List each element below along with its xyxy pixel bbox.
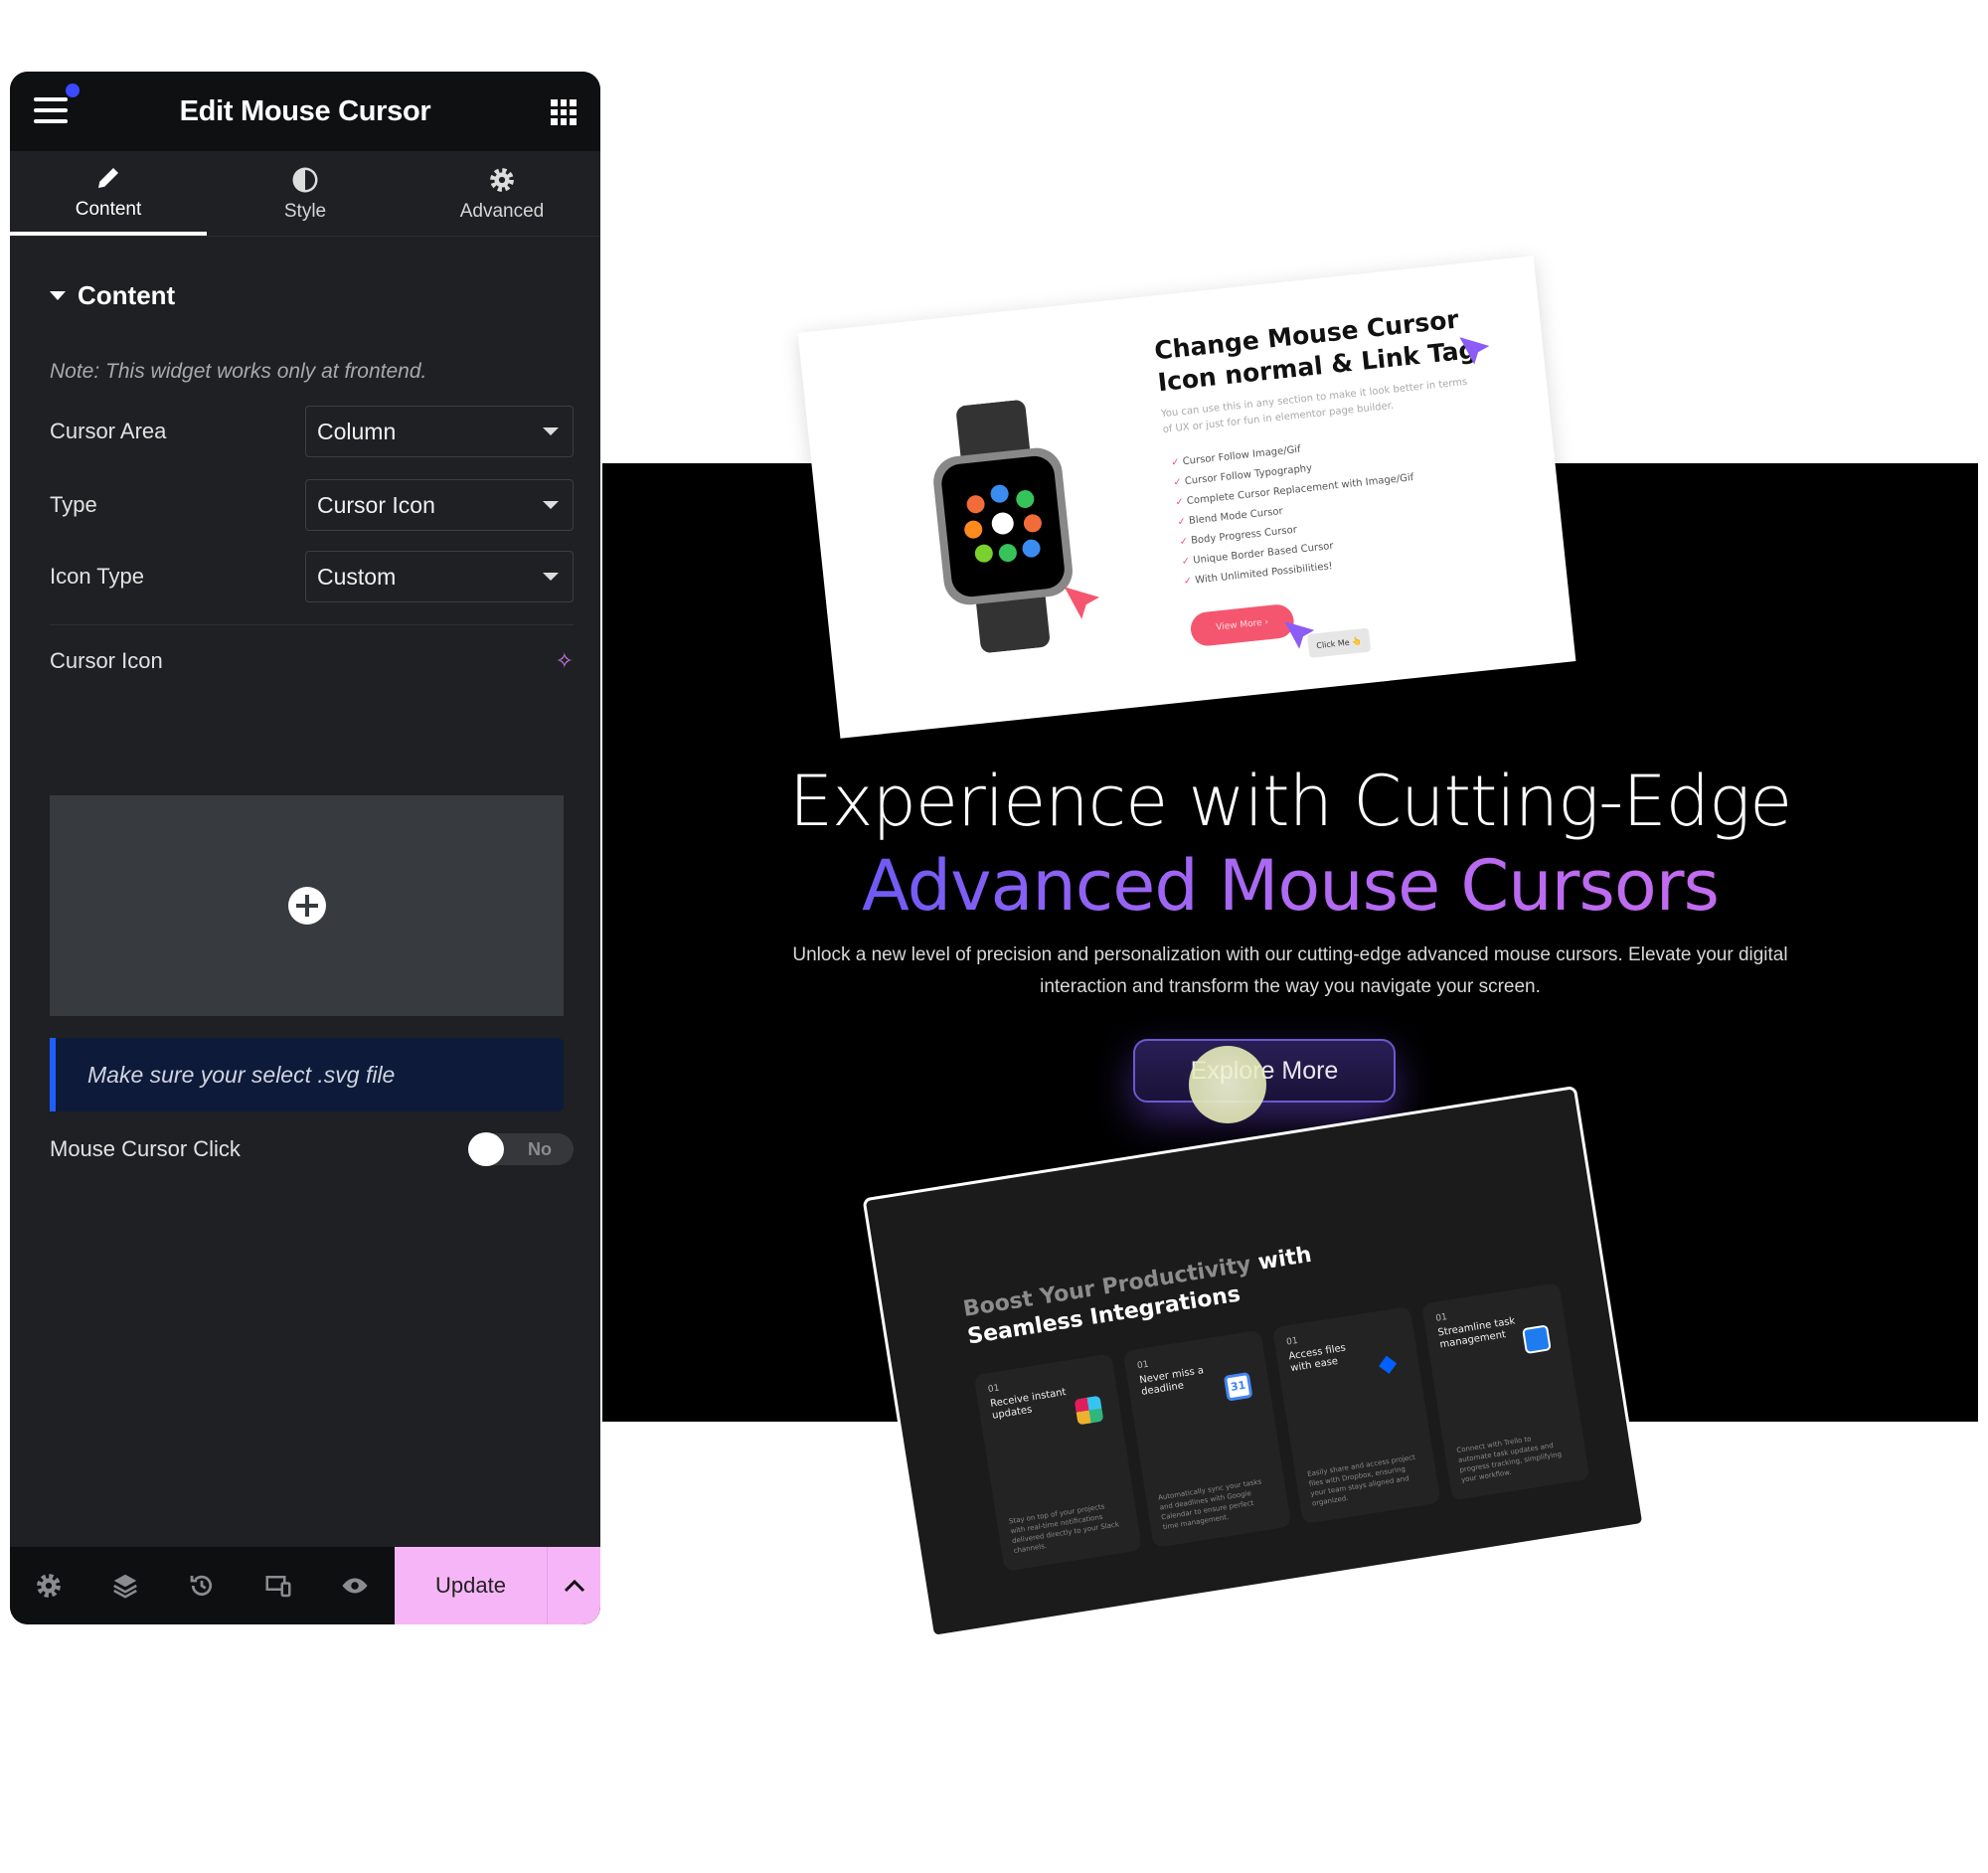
editor-panel: Edit Mouse Cursor Content Style Advanced… — [10, 72, 600, 1624]
field-cursor-icon: Cursor Icon ✧ — [50, 646, 574, 676]
caret-down-icon — [50, 291, 66, 300]
integrations-title: Boost Your Productivity with Seamless Int… — [961, 1242, 1314, 1350]
icon-upload-area[interactable] — [50, 795, 564, 1016]
slack-icon — [1074, 1395, 1104, 1426]
red-cursor-icon — [1064, 587, 1100, 619]
integration-item: 01 Never miss a deadline 31 Automatically… — [1122, 1329, 1292, 1549]
tab-label: Advanced — [459, 200, 545, 222]
toggle-knob — [468, 1132, 504, 1166]
purple-cursor-icon — [1459, 337, 1490, 365]
field-label: Cursor Icon — [50, 648, 163, 673]
tab-advanced[interactable]: Advanced — [404, 151, 600, 236]
notification-dot — [66, 84, 80, 97]
trello-icon — [1522, 1324, 1552, 1355]
tab-style[interactable]: Style — [207, 151, 404, 236]
preview-button[interactable] — [316, 1571, 393, 1601]
widgets-grid-icon[interactable] — [551, 99, 577, 125]
plus-icon — [287, 887, 326, 925]
field-label: Icon Type — [50, 564, 144, 589]
field-cursor-area: Cursor Area Column — [50, 406, 574, 457]
cursor-area-select[interactable]: Column — [305, 406, 574, 457]
pencil-icon — [98, 167, 118, 188]
hamburger-menu-icon[interactable] — [34, 97, 68, 123]
field-type: Type Cursor Icon — [50, 479, 574, 531]
panel-tabs: Content Style Advanced — [10, 151, 600, 237]
panel-title: Edit Mouse Cursor — [179, 94, 431, 127]
field-label: Type — [50, 492, 97, 517]
view-more-button[interactable]: View More › — [1189, 602, 1296, 648]
ai-sparkle-icon[interactable]: ✧ — [556, 648, 574, 674]
feature-list: Cursor Follow Image/Gif Cursor Follow Ty… — [1170, 428, 1422, 592]
devices-icon — [265, 1576, 290, 1598]
gear-icon — [490, 167, 514, 192]
purple-cursor-icon — [1284, 621, 1315, 649]
select-value: Custom — [317, 563, 397, 590]
eye-icon — [342, 1578, 367, 1594]
icon-type-select[interactable]: Custom — [305, 551, 574, 602]
smartwatch-image — [933, 400, 1073, 653]
layers-icon — [112, 1574, 137, 1599]
hero-heading-line1: Experience with Cutting-Edge — [788, 761, 1792, 842]
field-icon-type: Icon Type Custom — [50, 551, 574, 602]
content-section-toggle[interactable]: Content — [50, 280, 175, 311]
tab-content[interactable]: Content — [10, 151, 207, 236]
google-calendar-icon: 31 — [1223, 1371, 1253, 1402]
cursor-feature-card: Change Mouse Cursor Icon normal & Link Ta… — [797, 255, 1576, 739]
panel-footer: Update — [10, 1547, 600, 1624]
gear-icon — [36, 1574, 61, 1598]
field-label: Cursor Area — [50, 419, 167, 443]
half-circle-icon — [292, 167, 318, 192]
mouse-cursor-click-toggle[interactable]: No — [468, 1132, 574, 1166]
update-options-button[interactable] — [547, 1547, 600, 1624]
update-button[interactable]: Update — [395, 1547, 547, 1624]
integration-item: 01 Access files with ease ◆ Easily share … — [1271, 1305, 1441, 1525]
svg-info-notice: Make sure your select .svg file — [50, 1038, 564, 1111]
toggle-state: No — [528, 1138, 552, 1159]
settings-button[interactable] — [10, 1571, 86, 1601]
select-value: Cursor Icon — [317, 491, 435, 518]
select-value: Column — [317, 418, 397, 444]
type-select[interactable]: Cursor Icon — [305, 479, 574, 531]
cursor-blob — [1189, 1046, 1266, 1123]
hero-heading-line2: Advanced Mouse Cursors — [862, 845, 1720, 927]
panel-header: Edit Mouse Cursor — [10, 72, 600, 151]
chevron-up-icon — [564, 1579, 584, 1593]
frontend-note: Note: This widget works only at frontend… — [50, 360, 427, 383]
dropbox-icon: ◆ — [1376, 1347, 1400, 1379]
chevron-down-icon — [543, 427, 559, 435]
chevron-down-icon — [543, 573, 559, 581]
history-icon — [190, 1575, 212, 1596]
tab-label: Style — [283, 200, 327, 222]
navigator-button[interactable] — [86, 1571, 163, 1601]
responsive-button[interactable] — [240, 1571, 316, 1601]
field-mouse-cursor-click: Mouse Cursor Click No — [50, 1132, 574, 1166]
history-button[interactable] — [163, 1571, 240, 1601]
field-label: Mouse Cursor Click — [50, 1136, 241, 1161]
integration-item: 01 Receive instant updates Stay on top of… — [973, 1353, 1143, 1572]
section-title: Content — [78, 280, 176, 310]
divider — [50, 624, 574, 625]
chevron-down-icon — [543, 501, 559, 509]
integration-item: 01 Streamline task management Connect wit… — [1420, 1282, 1590, 1501]
hero-description: Unlock a new level of precision and pers… — [792, 944, 1788, 997]
tab-label: Content — [75, 198, 142, 220]
